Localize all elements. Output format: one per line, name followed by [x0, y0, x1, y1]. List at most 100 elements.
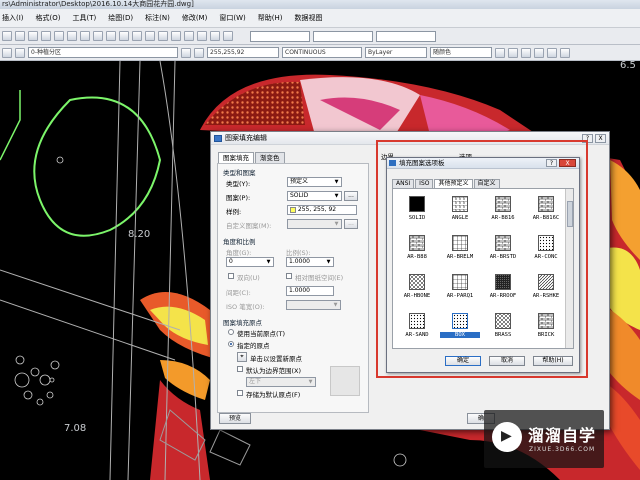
redo-icon[interactable] [106, 31, 116, 41]
pan-icon[interactable] [119, 31, 129, 41]
tab-other-predefined[interactable]: 其他预定义 [434, 179, 473, 188]
iso-pen-select[interactable]: ▼ [286, 300, 341, 310]
pattern-ar-sand[interactable]: AR-SAND [397, 310, 437, 348]
scale-icon[interactable] [521, 47, 531, 58]
table-style-combo[interactable] [376, 30, 436, 42]
pattern-ar-parq1[interactable]: AR-PARQ1 [440, 271, 480, 309]
menu-format[interactable]: 格式(O) [36, 13, 61, 23]
layer-previous-icon[interactable] [194, 47, 204, 58]
make-current-icon[interactable] [181, 47, 191, 58]
pattern-label: 图案(P): [226, 194, 251, 202]
menu-window[interactable]: 窗口(W) [219, 13, 245, 23]
store-default-checkbox[interactable] [237, 390, 243, 396]
palette-ok-button[interactable]: 确定 [445, 356, 481, 366]
pattern-ar-hbone[interactable]: AR-HBONE [397, 271, 437, 309]
pattern-ar-brstd[interactable]: AR-BRSTD [483, 232, 523, 270]
array-icon[interactable] [547, 47, 557, 58]
scrollbar-thumb[interactable] [567, 201, 573, 227]
dim-style-combo[interactable] [313, 30, 373, 42]
linetype-combo[interactable]: CONTINUOUS [282, 47, 362, 58]
pattern-ar-b816[interactable]: AR-B816 [483, 193, 523, 231]
cut-icon[interactable] [54, 31, 64, 41]
scale-select[interactable]: 1.0000 ▼ [286, 257, 334, 267]
undo-icon[interactable] [93, 31, 103, 41]
markup-icon[interactable] [197, 31, 207, 41]
text-style-combo[interactable] [250, 30, 310, 42]
print-icon[interactable] [41, 31, 51, 41]
calculator-icon[interactable] [210, 31, 220, 41]
preview-button[interactable]: 预览 [219, 413, 251, 424]
pattern-brass[interactable]: BRASS [483, 310, 523, 348]
properties-icon[interactable] [145, 31, 155, 41]
pattern-ar-b88[interactable]: AR-B88 [397, 232, 437, 270]
mirror-icon[interactable] [534, 47, 544, 58]
pattern-solid[interactable]: SOLID [397, 193, 437, 231]
menu-tools[interactable]: 工具(T) [73, 13, 97, 23]
origin-position-select[interactable]: 左下 ▼ [246, 377, 316, 387]
new-icon[interactable] [2, 31, 12, 41]
copy-icon[interactable] [67, 31, 77, 41]
layer-state-icon[interactable] [15, 47, 25, 58]
pattern-brick[interactable]: BRICK [526, 310, 566, 348]
menu-data-view[interactable]: 数据视图 [294, 13, 322, 23]
palette-close-button[interactable]: X [559, 159, 576, 167]
pattern-select[interactable]: SOLID ▼ [287, 191, 342, 201]
custom-browse-button[interactable]: ... [344, 219, 358, 229]
swatch-label: 样例: [226, 208, 242, 216]
menu-insert[interactable]: 插入(I) [2, 13, 24, 23]
layer-manager-icon[interactable] [2, 47, 12, 58]
save-icon[interactable] [28, 31, 38, 41]
specified-origin-radio[interactable] [228, 341, 234, 347]
menu-dimension[interactable]: 标注(N) [145, 13, 170, 23]
sheet-set-icon[interactable] [184, 31, 194, 41]
pattern-ar-rroof[interactable]: AR-RROOF [483, 271, 523, 309]
menu-help[interactable]: 帮助(H) [258, 13, 283, 23]
pattern-ar-b816c[interactable]: AR-B816C [526, 193, 566, 231]
palette-help-button[interactable]: ? [546, 159, 557, 167]
custom-pattern-select[interactable]: ▼ [287, 219, 342, 229]
tab-gradient[interactable]: 渐变色 [255, 152, 285, 163]
help-icon[interactable] [223, 31, 233, 41]
trim-icon[interactable] [560, 47, 570, 58]
pattern-box[interactable]: BOX [440, 310, 480, 348]
tab-hatch[interactable]: 图案填充 [218, 152, 254, 163]
spacing-input[interactable]: 1.0000 [286, 286, 334, 296]
pattern-ar-conc[interactable]: AR-CONC [526, 232, 566, 270]
pick-origin-icon[interactable]: ⌖ [237, 352, 247, 362]
pattern-name: AR-BRSTD [489, 254, 517, 260]
dialog-close-button[interactable]: X [595, 134, 606, 143]
plotstyle-combo[interactable]: 随颜色 [430, 47, 492, 58]
color-combo[interactable]: 255,255,92 [207, 47, 279, 58]
zoom-icon[interactable] [132, 31, 142, 41]
tab-ansi[interactable]: ANSI [392, 179, 415, 188]
tab-iso[interactable]: ISO [415, 179, 434, 188]
design-center-icon[interactable] [158, 31, 168, 41]
swatch-select[interactable]: 255, 255, 92 [287, 205, 357, 215]
pattern-name: ANGLE [451, 215, 469, 221]
use-current-origin-radio[interactable] [228, 329, 234, 335]
default-boundary-checkbox[interactable] [237, 366, 243, 372]
lineweight-combo[interactable]: ByLayer [365, 47, 427, 58]
palette-scrollbar[interactable] [565, 189, 573, 348]
type-select[interactable]: 预定义 ▼ [287, 177, 342, 187]
pattern-ar-rshke[interactable]: AR-RSHKE [526, 271, 566, 309]
pattern-ar-brelm[interactable]: AR-BRELM [440, 232, 480, 270]
menu-modify[interactable]: 修改(M) [182, 13, 208, 23]
pattern-angle[interactable]: ANGLE [440, 193, 480, 231]
pattern-swatch [495, 235, 511, 251]
double-checkbox[interactable] [228, 273, 234, 279]
layer-combo[interactable]: 0-种植分区 [28, 47, 178, 58]
pattern-browse-button[interactable]: ... [344, 191, 358, 201]
tool-palette-icon[interactable] [171, 31, 181, 41]
open-icon[interactable] [15, 31, 25, 41]
palette-help-text-button[interactable]: 帮助(H) [533, 356, 573, 366]
menu-draw[interactable]: 绘图(D) [108, 13, 133, 23]
relative-paper-checkbox[interactable] [286, 273, 292, 279]
tab-custom[interactable]: 自定义 [473, 179, 500, 188]
paste-icon[interactable] [80, 31, 90, 41]
pattern-swatch [538, 274, 554, 290]
angle-select[interactable]: 0 ▼ [226, 257, 274, 267]
move-icon[interactable] [495, 47, 505, 58]
rotate-icon[interactable] [508, 47, 518, 58]
palette-cancel-button[interactable]: 取消 [489, 356, 525, 366]
